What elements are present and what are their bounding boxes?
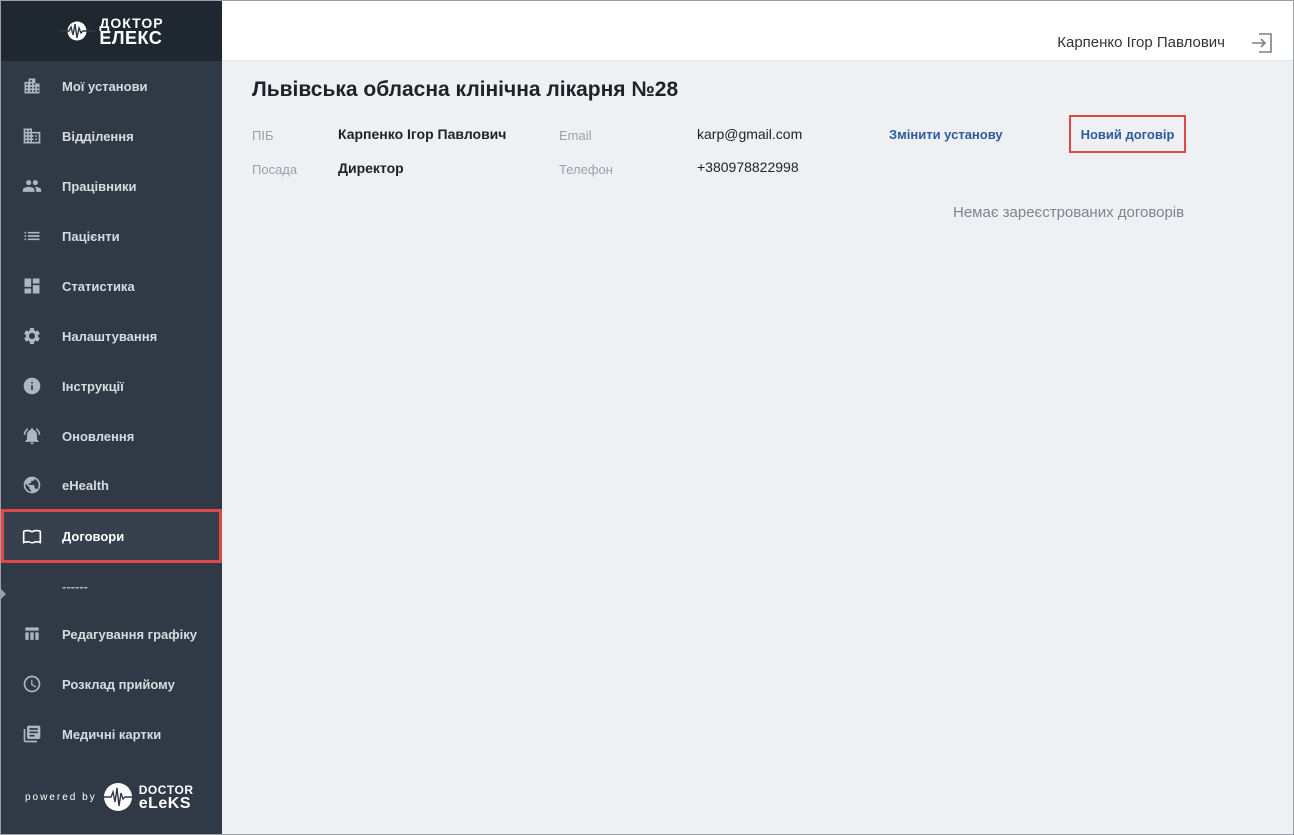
sidebar-item-label: Працівники bbox=[62, 178, 137, 194]
logout-icon[interactable] bbox=[1251, 33, 1273, 53]
sidebar-item-label: Статистика bbox=[62, 278, 135, 294]
sidebar-item-statistics[interactable]: Статистика bbox=[1, 261, 222, 311]
office-icon bbox=[21, 125, 43, 147]
sidebar-nav: Мої установи Відділення Працівники Паціє… bbox=[1, 61, 222, 759]
sidebar-item-label: Налаштування bbox=[62, 328, 158, 344]
people-icon bbox=[21, 175, 43, 197]
sidebar-item-updates[interactable]: Оновлення bbox=[1, 411, 222, 461]
sidebar-item-appointments[interactable]: Розклад прийому bbox=[1, 659, 222, 709]
email-label: Email bbox=[559, 128, 592, 143]
building-icon bbox=[21, 75, 43, 97]
powered-by: powered by DOCTOR eLeKS bbox=[25, 782, 193, 812]
sidebar-item-label: Редагування графіку bbox=[62, 626, 197, 642]
gear-icon bbox=[21, 325, 43, 347]
logo-line2: ЕЛЕКС bbox=[99, 28, 163, 48]
sidebar-item-settings[interactable]: Налаштування bbox=[1, 311, 222, 361]
sidebar-item-label: Мої установи bbox=[62, 78, 148, 94]
sidebar-item-my-institutions[interactable]: Мої установи bbox=[1, 61, 222, 111]
sidebar-item-label: Відділення bbox=[62, 128, 134, 144]
powered-by-text: powered by bbox=[25, 791, 97, 803]
list-icon bbox=[21, 225, 43, 247]
sidebar-item-schedule-edit[interactable]: Редагування графіку bbox=[1, 609, 222, 659]
app-logo[interactable]: ДОКТОР ЕЛЕКС bbox=[59, 16, 163, 48]
top-bar: Карпенко Ігор Павлович bbox=[222, 1, 1293, 61]
sidebar-item-patients[interactable]: Пацієнти bbox=[1, 211, 222, 261]
phone-value: +380978822998 bbox=[697, 159, 799, 175]
position-label: Посада bbox=[252, 162, 298, 177]
sidebar-item-label: Медичні картки bbox=[62, 726, 162, 742]
info-icon bbox=[21, 375, 43, 397]
empty-contracts-message: Немає зареєстрованих договорів bbox=[953, 204, 1185, 221]
sidebar-item-ehealth[interactable]: eHealth bbox=[1, 461, 222, 509]
sidebar-item-label: Договори bbox=[62, 528, 125, 544]
bell-icon bbox=[21, 425, 43, 447]
powered-brand-line2: eLeKS bbox=[138, 795, 191, 812]
sidebar-item-label: Оновлення bbox=[62, 428, 135, 444]
sidebar-item-contracts[interactable]: Договори bbox=[1, 509, 222, 563]
clock-icon bbox=[21, 673, 43, 695]
new-contract-button[interactable]: Новий договір bbox=[1069, 115, 1186, 153]
globe-icon bbox=[21, 474, 43, 496]
powered-logo-icon bbox=[102, 783, 133, 811]
sidebar-collapse-handle[interactable] bbox=[1, 589, 6, 599]
email-value: karp@gmail.com bbox=[697, 126, 803, 142]
pib-label: ПІБ bbox=[252, 128, 274, 143]
main-content: Львівська обласна клінічна лікарня №28 П… bbox=[222, 62, 1293, 834]
phone-label: Телефон bbox=[559, 162, 613, 177]
sidebar-item-staff[interactable]: Працівники bbox=[1, 161, 222, 211]
sidebar: ДОКТОР ЕЛЕКС Мої установи Відділення Пра… bbox=[1, 1, 222, 834]
sidebar-item-label: Розклад прийому bbox=[62, 676, 175, 692]
change-institution-link[interactable]: Змінити установу bbox=[889, 127, 1003, 142]
sidebar-item-label: eHealth bbox=[62, 477, 109, 493]
sidebar-item-departments[interactable]: Відділення bbox=[1, 111, 222, 161]
sidebar-item-instructions[interactable]: Інструкції bbox=[1, 361, 222, 411]
page-title: Львівська обласна клінічна лікарня №28 bbox=[252, 78, 679, 101]
sidebar-separator: ------ bbox=[62, 578, 88, 594]
sidebar-item-medical-cards[interactable]: Медичні картки bbox=[1, 709, 222, 759]
logo-pulse-icon bbox=[59, 21, 96, 41]
dashboard-icon bbox=[21, 275, 43, 297]
brand-bar: ДОКТОР ЕЛЕКС bbox=[1, 1, 222, 61]
book-icon bbox=[21, 525, 43, 547]
cards-icon bbox=[21, 723, 43, 745]
sidebar-item-label: Інструкції bbox=[62, 378, 124, 394]
current-user-name[interactable]: Карпенко Ігор Павлович bbox=[1057, 34, 1225, 51]
position-value: Директор bbox=[338, 160, 404, 176]
table-icon bbox=[21, 623, 43, 645]
sidebar-item-label: Пацієнти bbox=[62, 228, 120, 244]
pib-value: Карпенко Ігор Павлович bbox=[338, 126, 507, 142]
